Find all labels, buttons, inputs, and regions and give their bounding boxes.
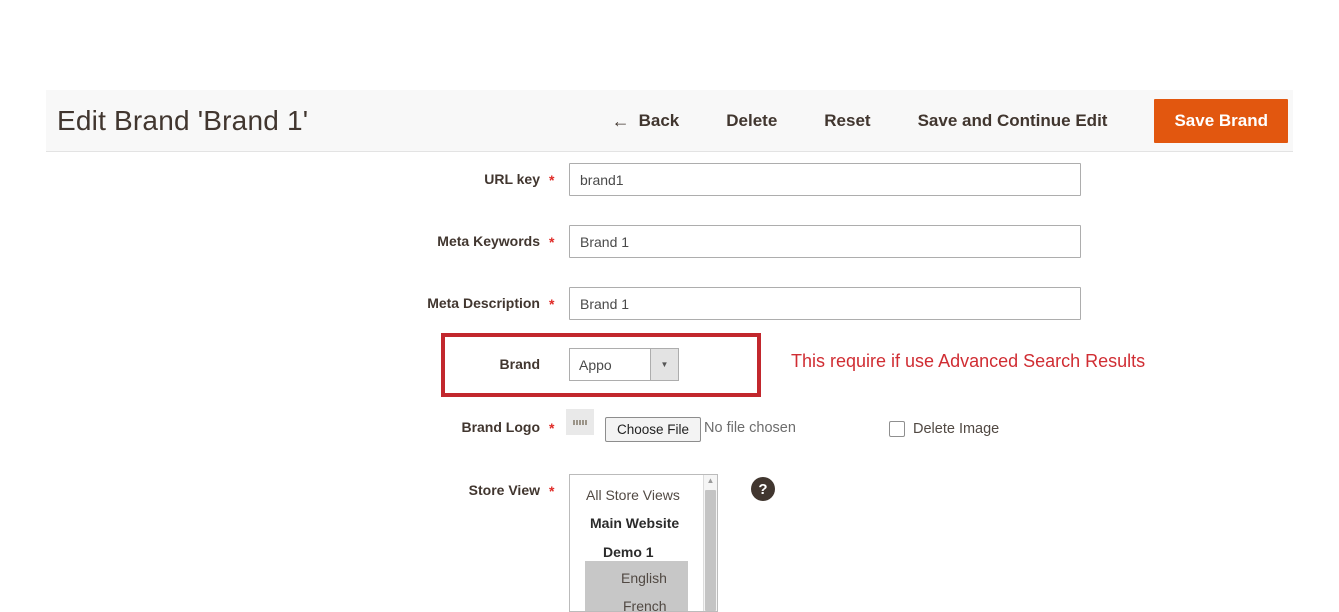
store-view-option-demo1[interactable]: Demo 1	[603, 544, 654, 560]
url-key-required-mark: *	[549, 172, 554, 188]
brand-logo-thumbnail	[566, 409, 594, 435]
brand-logo-required-mark: *	[549, 420, 554, 436]
meta-description-input[interactable]	[569, 287, 1081, 320]
save-brand-button[interactable]: Save Brand	[1154, 99, 1288, 143]
save-and-continue-button[interactable]: Save and Continue Edit	[918, 111, 1108, 131]
select-scrollbar[interactable]: ▲	[703, 475, 717, 611]
reset-button[interactable]: Reset	[824, 111, 870, 131]
chevron-down-icon[interactable]: ▼	[650, 349, 678, 380]
help-icon[interactable]: ?	[751, 477, 775, 501]
brand-logo-label: Brand Logo	[240, 419, 540, 435]
broken-image-icon	[573, 420, 587, 425]
store-view-required-mark: *	[549, 483, 554, 499]
store-view-option-main-website[interactable]: Main Website	[590, 515, 679, 531]
store-view-option-french[interactable]: French	[623, 598, 667, 612]
brand-label: Brand	[240, 356, 540, 372]
store-view-multiselect[interactable]: All Store Views Main Website Demo 1 Engl…	[569, 474, 718, 612]
url-key-label: URL key	[240, 171, 540, 187]
meta-description-label: Meta Description	[240, 295, 540, 311]
arrow-left-icon: ←	[612, 112, 630, 130]
delete-image-checkbox[interactable]	[889, 421, 905, 437]
page-title: Edit Brand 'Brand 1'	[57, 105, 308, 137]
brand-select-value: Appo	[570, 349, 650, 380]
meta-keywords-label: Meta Keywords	[240, 233, 540, 249]
meta-description-required-mark: *	[549, 296, 554, 312]
no-file-chosen-text: No file chosen	[704, 420, 796, 436]
scroll-up-icon[interactable]: ▲	[704, 476, 717, 485]
back-button-label: Back	[639, 111, 680, 131]
store-view-option-all[interactable]: All Store Views	[586, 487, 680, 503]
header-actions: ← Back Delete Reset Save and Continue Ed…	[612, 90, 1288, 152]
store-view-option-english[interactable]: English	[621, 570, 667, 586]
delete-button[interactable]: Delete	[726, 111, 777, 131]
back-button[interactable]: ← Back	[612, 111, 680, 131]
meta-keywords-input[interactable]	[569, 225, 1081, 258]
meta-keywords-required-mark: *	[549, 234, 554, 250]
url-key-input[interactable]	[569, 163, 1081, 196]
store-view-label: Store View	[240, 482, 540, 498]
choose-file-button[interactable]: Choose File	[605, 417, 701, 442]
page: Edit Brand 'Brand 1' ← Back Delete Reset…	[0, 0, 1339, 612]
brand-select[interactable]: Appo ▼	[569, 348, 679, 381]
annotation-text: This require if use Advanced Search Resu…	[791, 351, 1145, 372]
delete-image-label: Delete Image	[913, 421, 999, 437]
page-header: Edit Brand 'Brand 1' ← Back Delete Reset…	[46, 90, 1293, 152]
scrollbar-thumb[interactable]	[705, 490, 716, 611]
